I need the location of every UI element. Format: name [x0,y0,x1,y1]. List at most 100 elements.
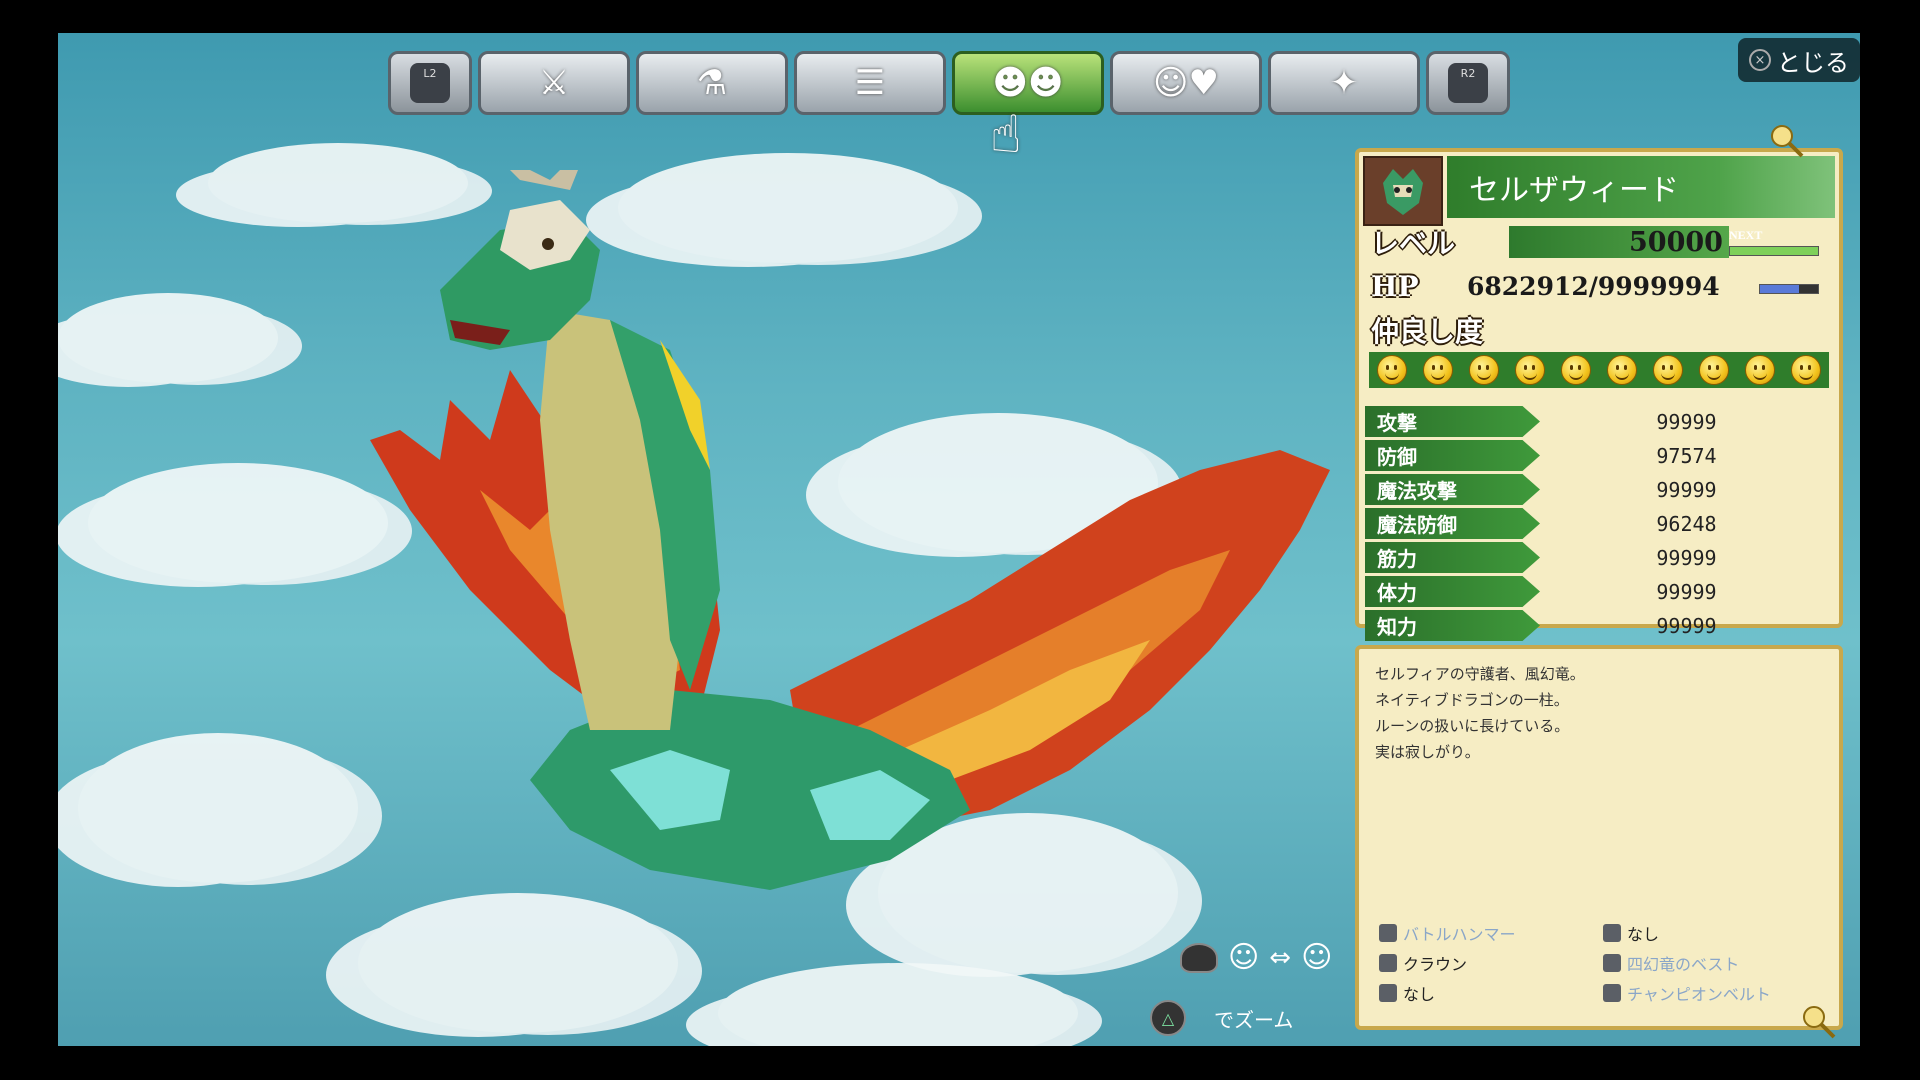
friendship-heart-icon [1377,355,1407,385]
zoom-hint-label: でズーム [1214,1007,1294,1032]
shield-icon [1603,924,1621,942]
equip-body-label: 四幻竜のベスト [1627,955,1740,974]
description-line: 実は寂しがり。 [1375,743,1480,761]
next-label: NEXT [1729,228,1763,242]
equip-weapon[interactable]: バトルハンマー [1379,921,1515,945]
equip-shield-label: なし [1627,925,1660,944]
weapon-icon [1379,924,1397,942]
friendship-heart-icon [1745,355,1775,385]
level-label: レベル [1371,227,1456,260]
wrench-icon: ✦ [1329,63,1359,103]
stick-icon [1180,942,1218,973]
hp-label: HP [1371,269,1419,303]
equip-head-label: クラウン [1403,955,1468,974]
stat-label: 体力 [1365,576,1540,607]
equip-feet-label: なし [1403,985,1436,1004]
dragon-portrait-icon [1383,169,1423,215]
l2-button[interactable]: L2 [388,51,472,115]
face-icon: ☺ [1301,940,1333,975]
close-label: とじる [1777,48,1849,77]
description-line: ルーンの扱いに長けている。 [1375,717,1570,735]
stat-row: 知力 99999 [1365,610,1833,641]
menu-tab-bar: L2 ⚔ ⚗ ☰ ☻☻ ☺♥ ✦ R2 [388,51,1510,115]
hp-value: 6822912/9999994 [1467,271,1720,301]
stat-value: 96248 [1656,511,1717,536]
pointer-hand-icon: ☝ [990,105,1022,165]
stat-value: 99999 [1656,613,1717,638]
stat-value: 99999 [1656,579,1717,604]
flask-hammer-icon: ⚗ [696,63,728,103]
equip-feet[interactable]: なし [1379,981,1435,1005]
friendship-label: 仲良し度 [1371,315,1484,348]
friendship-heart-icon [1469,355,1499,385]
stat-label: 筋力 [1365,542,1540,573]
dragon-image [370,170,1330,890]
monster-name: セルザウィード [1447,156,1835,218]
l2-button-icon: L2 [410,63,450,103]
equip-accessory-label: チャンピオンベルト [1627,985,1771,1004]
close-button[interactable]: × とじる [1738,38,1860,82]
stat-value: 97574 [1656,443,1717,468]
stat-label: 魔法防御 [1365,508,1540,539]
sword-shield-icon: ⚔ [538,63,570,103]
stat-row: 魔法防御 96248 [1365,508,1833,539]
smile-heart-icon: ☺♥ [1153,63,1219,103]
equip-shield[interactable]: なし [1603,921,1659,945]
swap-arrows-icon: ⇔ [1269,942,1292,973]
friendship-heart-icon [1607,355,1637,385]
description-line: ネイティブドラゴンの一柱。 [1375,691,1569,709]
stat-value: 99999 [1656,545,1717,570]
next-exp-bar [1729,246,1819,256]
armor-icon [1603,954,1621,972]
tab-settings[interactable]: ✦ [1268,51,1420,115]
tab-friends[interactable]: ☺♥ [1110,51,1262,115]
friendship-meter [1369,352,1829,388]
friendship-heart-icon [1791,355,1821,385]
tab-equipment[interactable]: ⚔ [478,51,630,115]
stat-value: 99999 [1656,477,1717,502]
stat-row: 筋力 99999 [1365,542,1833,573]
equip-weapon-label: バトルハンマー [1403,925,1516,944]
helmet-icon [1379,954,1397,972]
equip-accessory[interactable]: チャンピオンベルト [1603,981,1771,1005]
stat-row: 防御 97574 [1365,440,1833,471]
tab-monsters[interactable]: ☻☻ [952,51,1104,115]
stat-label: 知力 [1365,610,1540,641]
friendship-heart-icon [1423,355,1453,385]
hp-fill [1760,285,1800,293]
stat-row: 攻撃 99999 [1365,406,1833,437]
stats-list: 攻撃 99999 防御 97574 魔法攻撃 99999 魔法防御 96248 筋力 99999 体… [1355,390,1843,641]
friendship-heart-icon [1515,355,1545,385]
stat-row: 魔法攻撃 99999 [1365,474,1833,505]
zoom-in-icon[interactable] [1768,122,1808,162]
description-panel: セルフィアの守護者、風幻竜。 ネイティブドラゴンの一柱。 ルーンの扱いに長けてい… [1355,645,1843,1030]
stat-label: 防御 [1365,440,1540,471]
r2-button[interactable]: R2 [1426,51,1510,115]
tab-crafting[interactable]: ⚗ [636,51,788,115]
friendship-heart-icon [1653,355,1683,385]
level-value: 50000 [1629,226,1723,258]
monster-portrait [1363,156,1443,226]
tab-documents[interactable]: ☰ [794,51,946,115]
zoom-out-icon[interactable] [1800,1003,1840,1043]
equip-head[interactable]: クラウン [1379,951,1467,975]
swap-hint: ☺ ⇔ ☺ [1180,940,1332,975]
friendship-heart-icon [1561,355,1591,385]
description-line: セルフィアの守護者、風幻竜。 [1375,665,1585,683]
stat-value: 99999 [1656,409,1717,434]
zoom-hint: △ でズーム [1150,1000,1293,1036]
stat-row: 体力 99999 [1365,576,1833,607]
document-icon: ☰ [854,63,886,103]
equip-body[interactable]: 四幻竜のベスト [1603,951,1739,975]
boots-icon [1379,984,1397,1002]
accessory-icon [1603,984,1621,1002]
friendship-heart-icon [1699,355,1729,385]
face-icon: ☺ [1228,940,1260,975]
r2-button-icon: R2 [1448,63,1488,103]
hp-bar [1759,284,1819,294]
monster-companions-icon: ☻☻ [992,63,1064,103]
stat-label: 攻撃 [1365,406,1540,437]
next-exp-fill [1730,247,1818,255]
stat-label: 魔法攻撃 [1365,474,1540,505]
cloud [58,293,278,383]
